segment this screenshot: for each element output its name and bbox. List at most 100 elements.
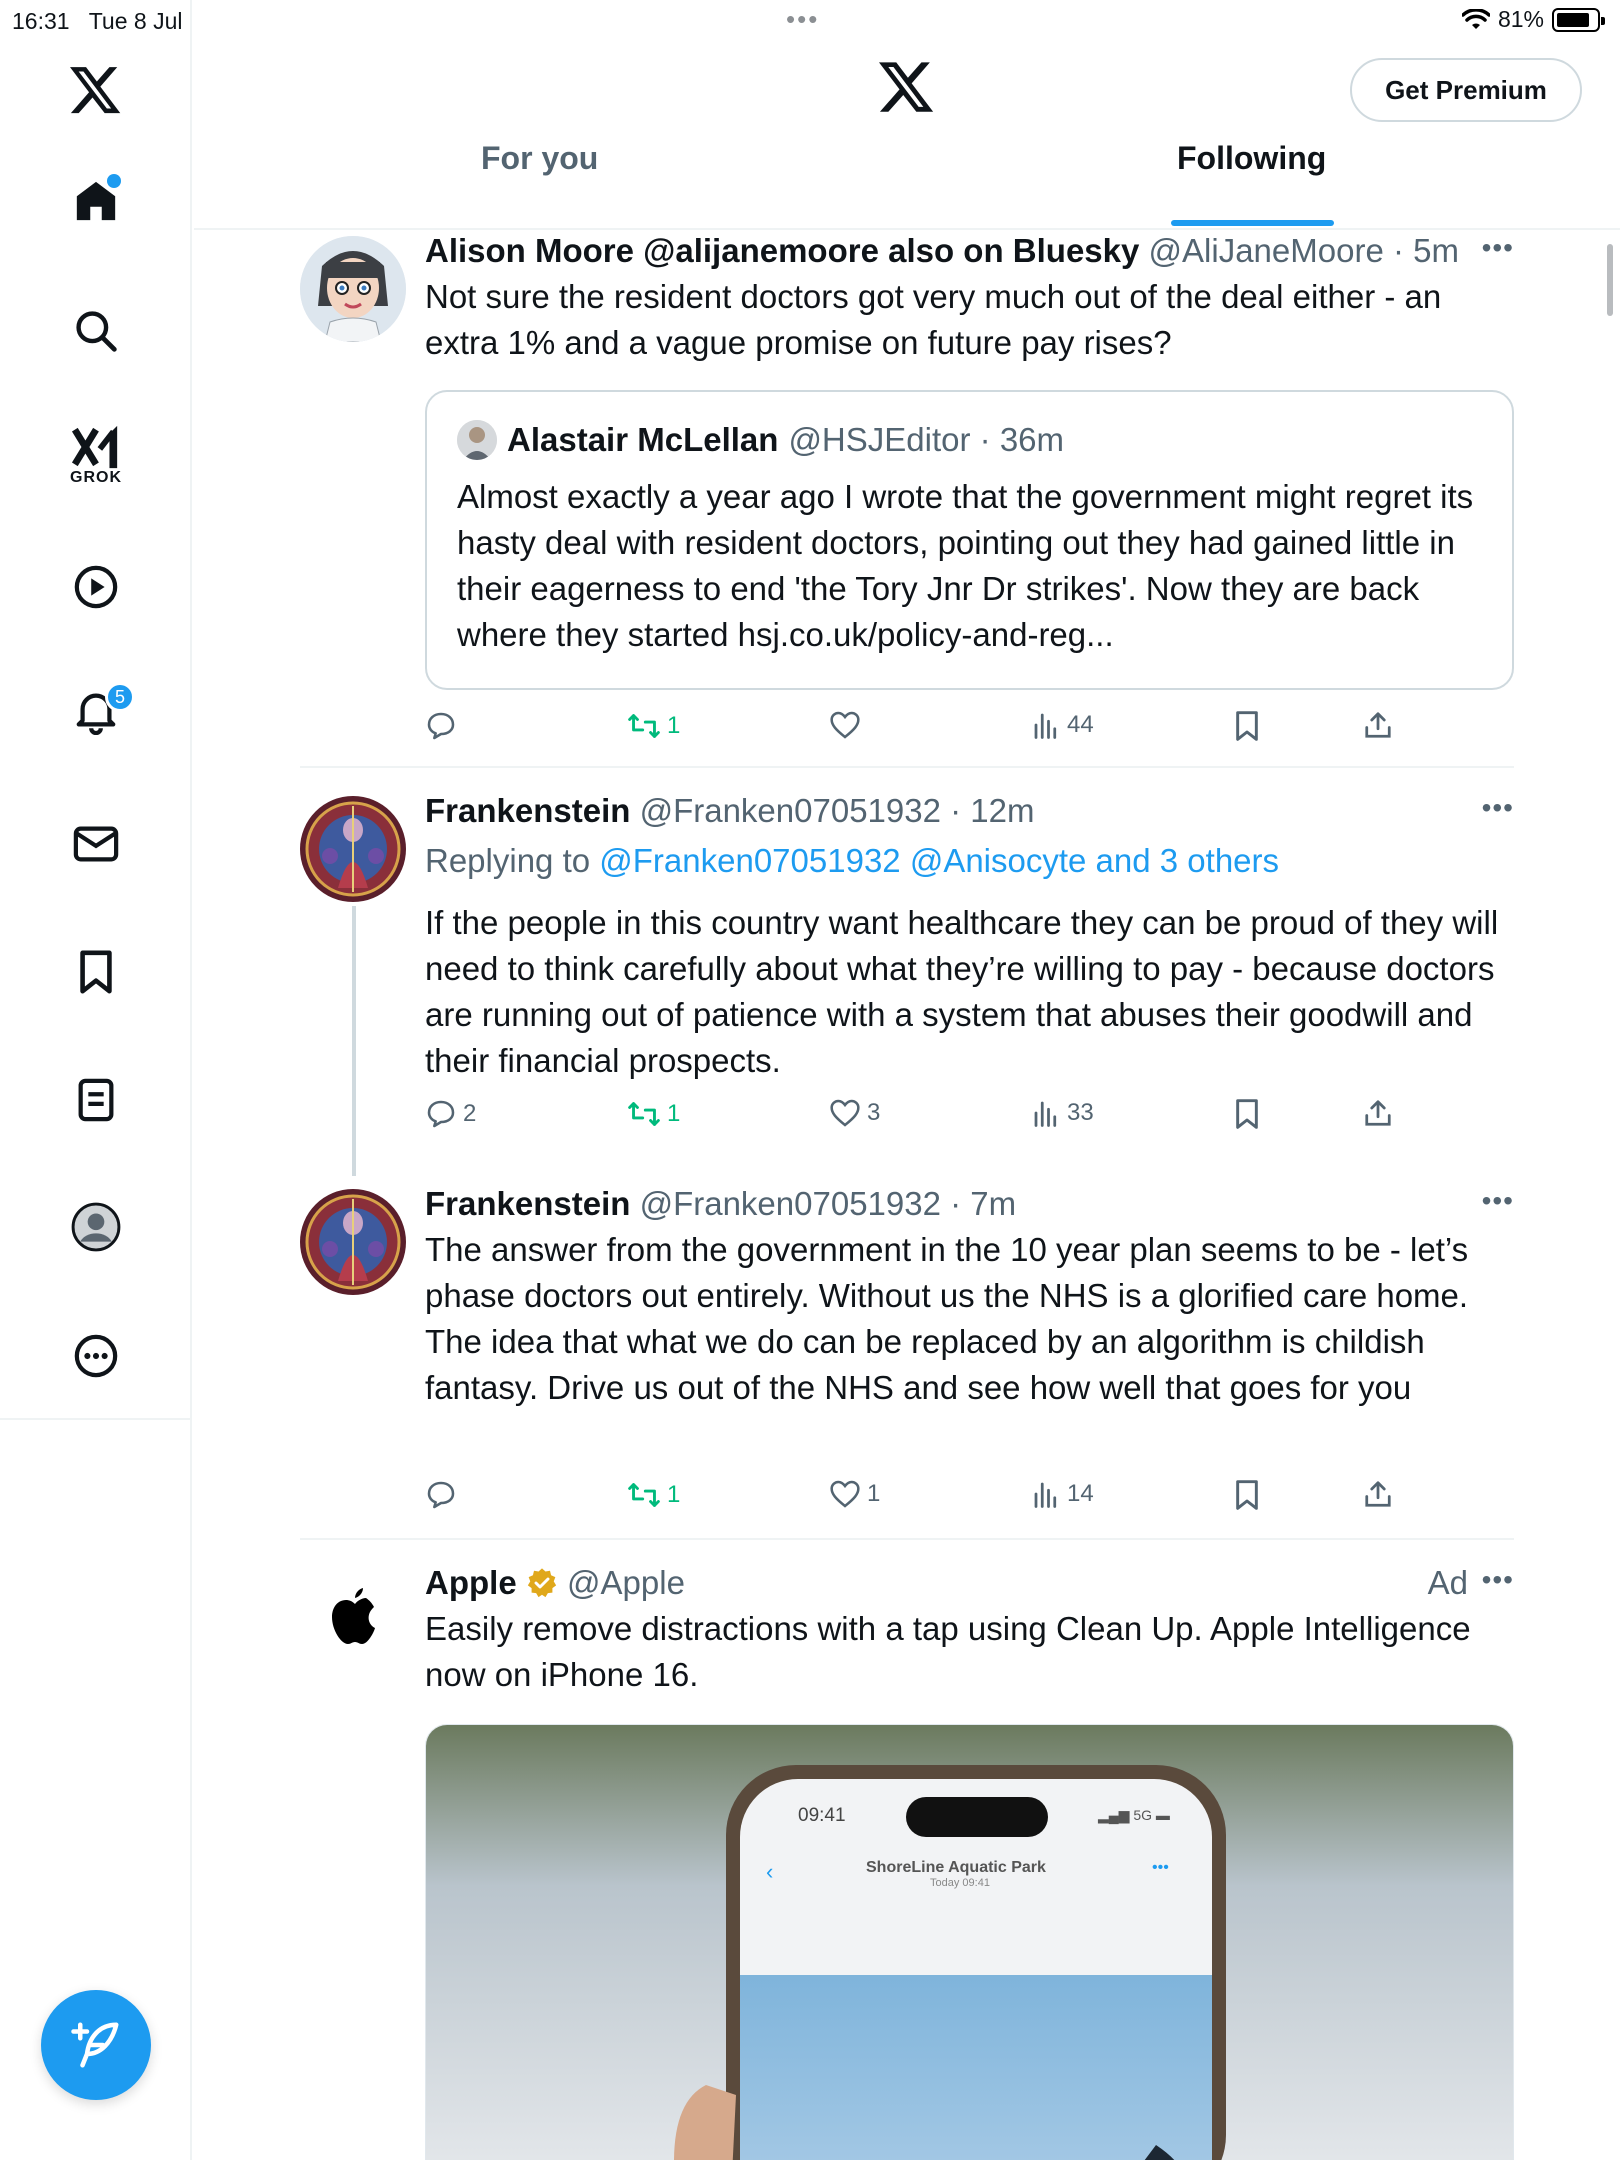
author-handle[interactable]: @AliJaneMoore [1149, 232, 1384, 269]
share-button[interactable] [1363, 710, 1393, 740]
tweet-header: Frankenstein @Franken07051932 · 12m [425, 792, 1035, 829]
tweet[interactable]: Frankenstein @Franken07051932 · 7m ••• T… [300, 1185, 1514, 1525]
wifi-icon [1461, 8, 1490, 29]
bookmark-button[interactable] [1233, 710, 1261, 742]
phone-back-chevron-icon: ‹ [766, 1859, 774, 1884]
author-name[interactable]: Frankenstein [425, 1185, 630, 1222]
views-button[interactable]: 14 [1031, 1479, 1094, 1509]
tweet-divider [300, 1538, 1514, 1540]
retweet-button[interactable]: 1 [627, 710, 680, 742]
reply-button[interactable] [425, 710, 463, 742]
search-icon[interactable] [55, 290, 137, 372]
grok-icon[interactable]: GROK [55, 415, 137, 497]
avatar[interactable] [300, 1568, 406, 1674]
phone-photo-subtitle: Today 09:41 [930, 1877, 990, 1889]
retweet-count: 1 [667, 1481, 681, 1508]
scrollbar[interactable] [1607, 244, 1613, 316]
reply-button[interactable]: 2 [425, 1098, 476, 1130]
multitasking-dots-icon[interactable]: ••• [786, 4, 819, 35]
status-right: 81% [1461, 6, 1605, 33]
tweet-actions: 1 1 14 [425, 1479, 1405, 1529]
tweet[interactable]: Frankenstein @Franken07051932 · 12m ••• … [300, 792, 1514, 1152]
compose-post-button[interactable] [41, 1990, 151, 2100]
retweet-icon [628, 1102, 660, 1126]
compose-feather-icon [71, 2022, 119, 2068]
like-button[interactable] [829, 710, 867, 740]
notifications-badge: 5 [105, 682, 135, 712]
heart-icon [830, 711, 860, 739]
quoted-author-handle: @HSJEditor [788, 421, 971, 458]
author-name[interactable]: Apple [425, 1564, 517, 1601]
heart-icon [830, 1099, 860, 1127]
tab-for-you[interactable]: For you [481, 140, 598, 228]
x-logo-icon[interactable] [55, 50, 137, 132]
share-icon [1365, 712, 1391, 738]
share-button[interactable] [1363, 1479, 1393, 1509]
like-button[interactable]: 1 [829, 1479, 880, 1509]
like-button[interactable]: 3 [829, 1098, 880, 1128]
reply-icon [427, 1100, 455, 1128]
author-handle[interactable]: @Franken07051932 [640, 1185, 941, 1222]
views-count: 14 [1067, 1480, 1094, 1507]
profile-avatar-icon[interactable] [55, 1186, 137, 1268]
bookmark-button[interactable] [1233, 1479, 1261, 1511]
avatar[interactable] [300, 1189, 406, 1295]
sidebar-divider [0, 1418, 192, 1420]
tab-following[interactable]: Following [1171, 140, 1335, 228]
tweet-divider [300, 766, 1514, 768]
author-name[interactable]: Alison Moore @alijanemoore also on Blues… [425, 232, 1139, 269]
tweet-time[interactable]: 7m [970, 1185, 1016, 1222]
quoted-tweet-header: Alastair McLellan @HSJEditor · 36m [457, 420, 1064, 460]
avatar[interactable] [300, 236, 406, 342]
retweet-count: 1 [667, 712, 681, 739]
get-premium-button[interactable]: Get Premium [1350, 58, 1582, 122]
video-play-icon[interactable] [55, 546, 137, 628]
tweet-actions: 1 44 [425, 710, 1405, 760]
like-count: 1 [867, 1480, 881, 1507]
more-options-icon[interactable]: ••• [1482, 232, 1514, 264]
bookmarks-icon[interactable] [55, 931, 137, 1013]
tweet-actions: 2 1 3 33 [425, 1098, 1405, 1148]
notifications-bell-icon[interactable]: 5 [55, 670, 137, 752]
reply-icon [427, 1481, 455, 1509]
avatar[interactable] [300, 796, 406, 902]
tweet-header: Frankenstein @Franken07051932 · 7m [425, 1185, 1017, 1222]
phone-more-icon: ••• [1152, 1859, 1169, 1876]
bookmark-icon [1236, 1099, 1258, 1129]
ad-media-image[interactable]: 09:41 ▂▄▆ 5G ▬ ‹ ShoreLine Aquatic Park … [425, 1724, 1514, 2160]
share-icon [1365, 1100, 1391, 1126]
tweet-time[interactable]: 5m [1413, 232, 1459, 269]
views-button[interactable]: 33 [1031, 1098, 1094, 1128]
more-options-icon[interactable]: ••• [1482, 1564, 1514, 1596]
tweet[interactable]: Alison Moore @alijanemoore also on Blues… [300, 232, 1514, 772]
retweet-button[interactable]: 1 [627, 1479, 680, 1511]
messages-envelope-icon[interactable] [55, 803, 137, 885]
replying-to-link[interactable]: @Franken07051932 @Anisocyte and 3 others [599, 842, 1279, 879]
bookmark-icon [1236, 1480, 1258, 1510]
views-button[interactable]: 44 [1031, 710, 1094, 740]
battery-percent: 81% [1497, 6, 1544, 32]
replying-to: Replying to @Franken07051932 @Anisocyte … [425, 842, 1280, 879]
tweet-text: If the people in this country want healt… [425, 904, 1499, 1079]
more-options-icon[interactable]: ••• [1482, 1185, 1514, 1217]
x-logo-icon[interactable] [879, 62, 935, 119]
author-handle[interactable]: @Franken07051932 [640, 792, 941, 829]
promoted-tweet[interactable]: Apple @Apple Ad ••• Easily remove distra… [300, 1564, 1514, 2160]
bookmark-button[interactable] [1233, 1098, 1261, 1130]
quoted-tweet[interactable]: Alastair McLellan @HSJEditor · 36m Almos… [425, 390, 1514, 690]
author-name[interactable]: Frankenstein [425, 792, 630, 829]
phone-clock: 09:41 [798, 1805, 846, 1826]
lists-icon[interactable] [55, 1059, 137, 1141]
more-options-icon[interactable] [55, 1315, 137, 1397]
retweet-button[interactable]: 1 [627, 1098, 680, 1130]
share-button[interactable] [1363, 1098, 1393, 1128]
views-count: 33 [1067, 1099, 1094, 1126]
reply-button[interactable] [425, 1479, 463, 1511]
more-options-icon[interactable]: ••• [1482, 792, 1514, 824]
views-chart-icon [1034, 1101, 1057, 1127]
quoted-tweet-text: Almost exactly a year ago I wrote that t… [457, 478, 1474, 653]
tweet-text: The answer from the government in the 10… [425, 1231, 1469, 1406]
tweet-time[interactable]: 12m [970, 792, 1034, 829]
author-handle[interactable]: @Apple [567, 1564, 685, 1601]
home-icon[interactable] [55, 160, 137, 242]
